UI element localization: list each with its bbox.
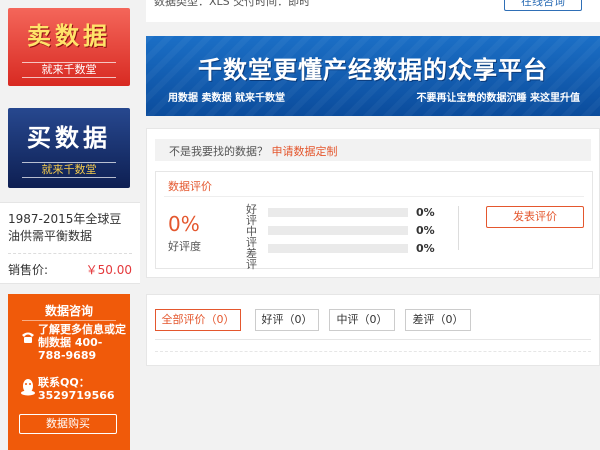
publish-review-button[interactable]: 发表评价 <box>486 206 584 228</box>
rating-label-bad: 差评 <box>246 247 257 271</box>
filter-bad-reviews[interactable]: 差评（0） <box>405 309 471 331</box>
filter-good-reviews[interactable]: 好评（0） <box>255 309 319 331</box>
not-found-prefix: 不是我要找的数据？ <box>169 145 268 158</box>
filter-divider <box>155 339 591 340</box>
consult-title: 数据咨询 <box>44 304 93 318</box>
product-divider <box>8 253 132 254</box>
buy-ad-subtitle: 就来千数堂 <box>22 162 116 178</box>
online-consult-button[interactable]: 在线咨询 <box>504 0 582 11</box>
positive-rate: 0% <box>168 212 200 236</box>
filter-all-reviews[interactable]: 全部评价（0） <box>155 309 241 331</box>
bad-rating-bar <box>268 244 408 253</box>
neutral-rating-pct: 0% <box>416 224 435 237</box>
review-filter-panel: 全部评价（0） 好评（0） 中评（0） 差评（0） <box>146 294 600 366</box>
filter-neutral-reviews[interactable]: 中评（0） <box>329 309 395 331</box>
consult-phone-info: 了解更多信息或定制数据 400-788-9689 <box>38 323 126 362</box>
qq-penguin-icon <box>21 379 35 396</box>
rating-label-good: 好评 <box>246 203 257 227</box>
rating-labels: 好评中评差评 <box>246 204 258 270</box>
bad-rating-pct: 0% <box>416 242 435 255</box>
banner-title: 千数堂更懂产经数据的众享平台 <box>198 56 548 84</box>
product-meta: 数据类型：XLS 交付时间：即时 <box>154 0 311 8</box>
custom-data-notice: 不是我要找的数据？ 申请数据定制 <box>155 139 591 161</box>
phone-icon <box>22 332 34 343</box>
banner-left-slogan: 用数据 卖数据 就来千数堂 <box>168 93 285 104</box>
consult-divider <box>22 320 116 321</box>
banner-right-slogan: 不要再让宝贵的数据沉睡 来这里升值 <box>416 93 580 104</box>
product-meta-bar: 数据类型：XLS 交付时间：即时 在线咨询 <box>146 0 600 22</box>
product-price: ￥50.00 <box>85 263 132 277</box>
related-product-card[interactable]: 1987-2015年全球豆油供需平衡数据 销售价: ￥50.00 <box>0 202 140 284</box>
request-custom-data-link[interactable]: 申请数据定制 <box>272 145 338 158</box>
good-rating-bar <box>268 208 408 217</box>
sell-ad-title: 卖数据 <box>27 22 111 50</box>
rating-title-divider <box>164 196 584 197</box>
buy-data-ad[interactable]: 买数据 就来千数堂 <box>8 108 130 188</box>
review-list-placeholder <box>155 351 591 352</box>
rating-summary: 数据评价 0% 好评度 好评中评差评 0% 0% 0% 发表评价 <box>155 171 593 270</box>
sell-ad-subtitle: 就来千数堂 <box>22 62 116 78</box>
data-consult-panel: 数据咨询 了解更多信息或定制数据 400-788-9689 联系QQ：35297… <box>8 294 130 450</box>
left-column: 卖数据 就来千数堂 买数据 就来千数堂 1987-2015年全球豆油供需平衡数据… <box>0 0 140 450</box>
neutral-rating-bar <box>268 226 408 235</box>
consult-qq: 联系QQ：3529719566 <box>38 376 115 402</box>
evaluation-panel: 不是我要找的数据？ 申请数据定制 数据评价 0% 好评度 好评中评差评 0% 0… <box>146 128 600 278</box>
buy-ad-title: 买数据 <box>27 124 111 152</box>
good-rating-pct: 0% <box>416 206 435 219</box>
promo-banner[interactable]: 千数堂更懂产经数据的众享平台 用数据 卖数据 就来千数堂 不要再让宝贵的数据沉睡… <box>146 36 600 116</box>
custom-data-notice-text: 不是我要找的数据？ 申请数据定制 <box>169 143 338 159</box>
price-label: 销售价: <box>8 263 49 277</box>
sell-data-ad[interactable]: 卖数据 就来千数堂 <box>8 8 130 86</box>
rating-label-neutral: 中评 <box>246 225 257 249</box>
product-title[interactable]: 1987-2015年全球豆油供需平衡数据 <box>8 211 132 245</box>
data-purchase-button[interactable]: 数据购买 <box>19 414 117 434</box>
rating-divider <box>458 206 459 250</box>
positive-rate-label: 好评度 <box>168 240 201 253</box>
rating-title: 数据评价 <box>168 180 212 193</box>
